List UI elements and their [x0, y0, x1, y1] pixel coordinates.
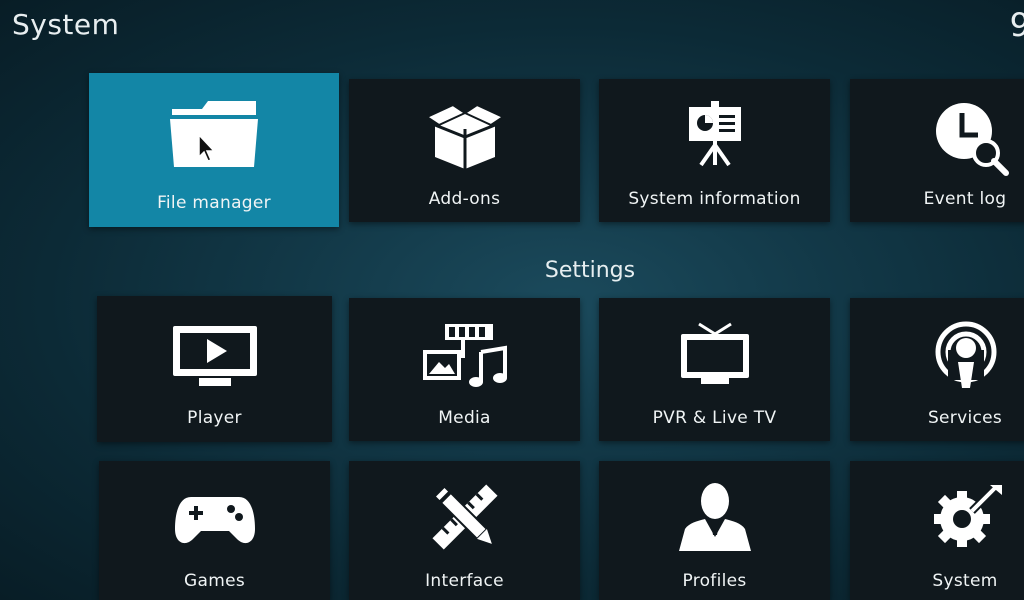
clock: 9 — [1009, 6, 1024, 44]
profiles-label: Profiles — [682, 571, 747, 591]
games-label: Games — [184, 571, 245, 591]
profiles-tile[interactable]: Profiles — [599, 461, 830, 600]
games-tile[interactable]: Games — [99, 461, 330, 600]
box-icon — [424, 99, 505, 171]
clock-search-icon — [934, 101, 1010, 177]
add-ons-tile[interactable]: Add-ons — [349, 79, 580, 222]
event-log-label: Event log — [923, 189, 1007, 209]
pvr-live-tv-label: PVR & Live TV — [652, 408, 777, 428]
services-label: Services — [927, 408, 1003, 428]
podcast-icon — [934, 320, 998, 392]
pvr-live-tv-tile[interactable]: PVR & Live TV — [599, 298, 830, 441]
media-icon — [421, 322, 509, 390]
system-settings-label: System — [932, 571, 998, 591]
event-log-tile[interactable]: Event log — [850, 79, 1024, 222]
mouse-cursor-icon — [197, 133, 217, 163]
presentation-icon — [687, 101, 743, 167]
file-manager-label: File manager — [157, 193, 271, 213]
player-tile[interactable]: Player — [97, 296, 332, 442]
media-tile[interactable]: Media — [349, 298, 580, 441]
interface-tile[interactable]: Interface — [349, 461, 580, 600]
tv-icon — [677, 320, 753, 386]
media-label: Media — [438, 408, 491, 428]
gamepad-icon — [173, 493, 257, 549]
services-tile[interactable]: Services — [850, 298, 1024, 441]
interface-label: Interface — [425, 571, 504, 591]
pencil-ruler-icon — [429, 483, 501, 551]
system-information-label: System information — [628, 189, 801, 209]
play-screen-icon — [171, 324, 259, 388]
settings-heading: Settings — [544, 258, 636, 283]
system-settings-tile[interactable]: System — [850, 461, 1024, 600]
file-manager-tile[interactable]: File manager — [89, 73, 339, 227]
player-label: Player — [187, 408, 242, 428]
system-information-tile[interactable]: System information — [599, 79, 830, 222]
gear-tools-icon — [928, 481, 1004, 553]
window-title: System — [12, 8, 120, 41]
add-ons-label: Add-ons — [428, 189, 501, 209]
profile-icon — [677, 481, 753, 553]
